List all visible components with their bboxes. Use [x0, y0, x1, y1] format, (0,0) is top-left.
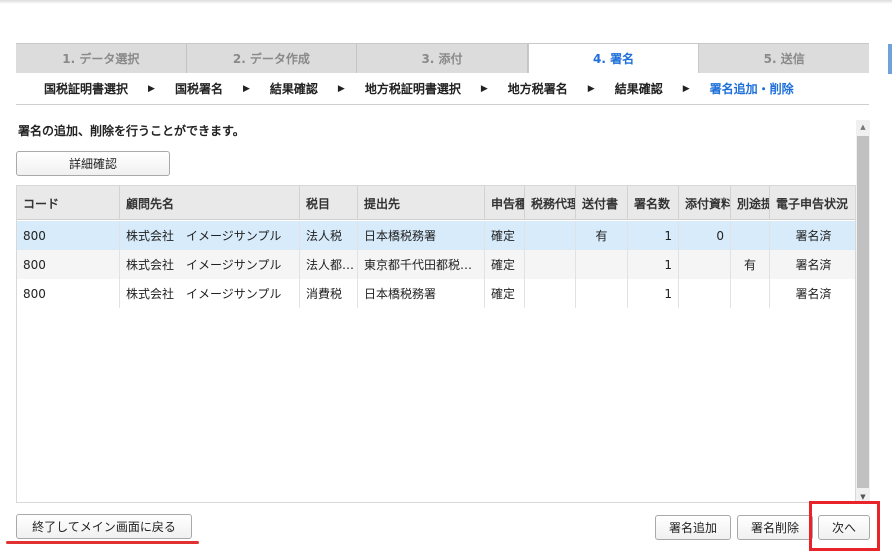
triangle-right-icon: ▶	[587, 83, 595, 94]
wizard-tabs: 1. データ選択 2. データ作成 3. 添付 4. 署名 5. 送信	[16, 43, 869, 73]
cell-client: 株式会社 イメージサンプル	[119, 221, 299, 250]
triangle-right-icon: ▶	[242, 83, 250, 94]
column-header-attachments[interactable]: 添付資料	[678, 186, 730, 220]
column-header-tax-agent[interactable]: 税務代理	[524, 186, 575, 220]
cell-office: 日本橋税務署	[357, 279, 484, 308]
column-header-cover-letter[interactable]: 送付書	[575, 186, 627, 220]
cell-efiling-status: 署名済	[769, 221, 855, 250]
annotation-underline	[6, 541, 199, 544]
tab-attach[interactable]: 3. 添付	[357, 44, 528, 73]
exit-to-main-button[interactable]: 終了してメイン画面に戻る	[16, 514, 192, 539]
detail-check-button[interactable]: 詳細確認	[16, 151, 170, 176]
step-result-check-2: 結果確認	[614, 82, 663, 96]
cell-signature-count: 1	[627, 279, 678, 308]
cell-cover-letter	[575, 279, 627, 308]
column-header-signature-count[interactable]: 署名数	[627, 186, 678, 220]
cell-attachments: 0	[678, 221, 730, 250]
triangle-right-icon: ▶	[148, 83, 155, 94]
cell-efiling-status: 署名済	[769, 250, 855, 279]
cell-filing-type: 確定	[484, 279, 524, 308]
scroll-up-icon[interactable]: ▲	[856, 120, 870, 134]
column-header-filing-type[interactable]: 申告種	[484, 186, 524, 220]
column-header-tax[interactable]: 税目	[299, 186, 357, 220]
triangle-right-icon: ▶	[337, 83, 345, 94]
cell-client: 株式会社 イメージサンプル	[119, 279, 299, 308]
step-local-sign: 地方税署名	[507, 82, 568, 96]
tab-send[interactable]: 5. 送信	[699, 44, 869, 73]
delete-signature-button[interactable]: 署名削除	[737, 515, 813, 540]
signature-grid: コード 顧問先名 税目 提出先 申告種 税務代理 送付書 署名数 添付資料 別途…	[16, 185, 856, 503]
cell-filing-type: 確定	[484, 221, 524, 250]
cell-tax-agent	[524, 279, 575, 308]
cell-office: 東京都千代田都税…	[357, 250, 484, 279]
page-description: 署名の追加、削除を行うことができます。	[18, 124, 245, 138]
cell-filing-type: 確定	[484, 250, 524, 279]
cell-office: 日本橋税務署	[357, 221, 484, 250]
scrollbar-thumb[interactable]	[857, 136, 869, 488]
column-header-office[interactable]: 提出先	[357, 186, 484, 220]
column-header-code[interactable]: コード	[17, 186, 119, 220]
cell-tax-agent	[524, 250, 575, 279]
cell-code: 800	[23, 257, 46, 272]
step-national-sign: 国税署名	[174, 82, 223, 96]
triangle-right-icon: ▶	[480, 83, 488, 94]
cell-cover-letter: 有	[575, 221, 627, 250]
cell-tax: 法人都…	[299, 250, 357, 279]
cell-signature-count: 1	[627, 221, 678, 250]
cell-separate-submission	[730, 279, 769, 308]
cell-efiling-status: 署名済	[769, 279, 855, 308]
step-signature-add-delete: 署名追加・削除	[709, 82, 794, 96]
grid-header: コード 顧問先名 税目 提出先 申告種 税務代理 送付書 署名数 添付資料 別途…	[17, 186, 855, 220]
column-header-client[interactable]: 顧問先名	[119, 186, 299, 220]
tab-data-create[interactable]: 2. データ作成	[186, 44, 358, 73]
annotation-highlight-box	[809, 501, 880, 551]
cell-client: 株式会社 イメージサンプル	[119, 250, 299, 279]
step-result-check: 結果確認	[269, 82, 318, 96]
cell-tax-agent	[524, 221, 575, 250]
cell-cover-letter	[575, 250, 627, 279]
window-side-accent	[888, 44, 892, 74]
column-header-separate-submission[interactable]: 別途提出	[730, 186, 769, 220]
cell-tax: 消費税	[299, 279, 357, 308]
cell-separate-submission	[730, 221, 769, 250]
triangle-right-icon: ▶	[682, 83, 690, 94]
table-row[interactable]: 800 株式会社 イメージサンプル 法人税 日本橋税務署 確定 有 1 0 署名…	[17, 221, 855, 250]
table-row[interactable]: 800 株式会社 イメージサンプル 法人都… 東京都千代田都税… 確定 1 有 …	[17, 250, 855, 279]
step-local-cert-select: 地方税証明書選択	[364, 82, 461, 96]
column-header-efiling-status[interactable]: 電子申告状況	[769, 186, 855, 220]
tab-data-select[interactable]: 1. データ選択	[16, 44, 187, 73]
cell-code: 800	[23, 228, 46, 243]
add-signature-button[interactable]: 署名追加	[655, 515, 731, 540]
cell-attachments	[678, 250, 730, 279]
cell-separate-submission: 有	[730, 250, 769, 279]
step-breadcrumb: 国税証明書選択 ▶ 国税署名 ▶ 結果確認 ▶ 地方税証明書選択 ▶ 地方税署名…	[16, 73, 869, 105]
cell-attachments	[678, 279, 730, 308]
vertical-scrollbar[interactable]: ▲ ▼	[856, 120, 870, 504]
table-row[interactable]: 800 株式会社 イメージサンプル 消費税 日本橋税務署 確定 1 署名済	[17, 279, 855, 308]
window-top-edge	[0, 0, 892, 4]
cell-tax: 法人税	[299, 221, 357, 250]
step-national-cert-select: 国税証明書選択	[44, 82, 129, 96]
cell-code: 800	[23, 286, 46, 301]
tab-signature[interactable]: 4. 署名	[527, 44, 700, 73]
cell-signature-count: 1	[627, 250, 678, 279]
